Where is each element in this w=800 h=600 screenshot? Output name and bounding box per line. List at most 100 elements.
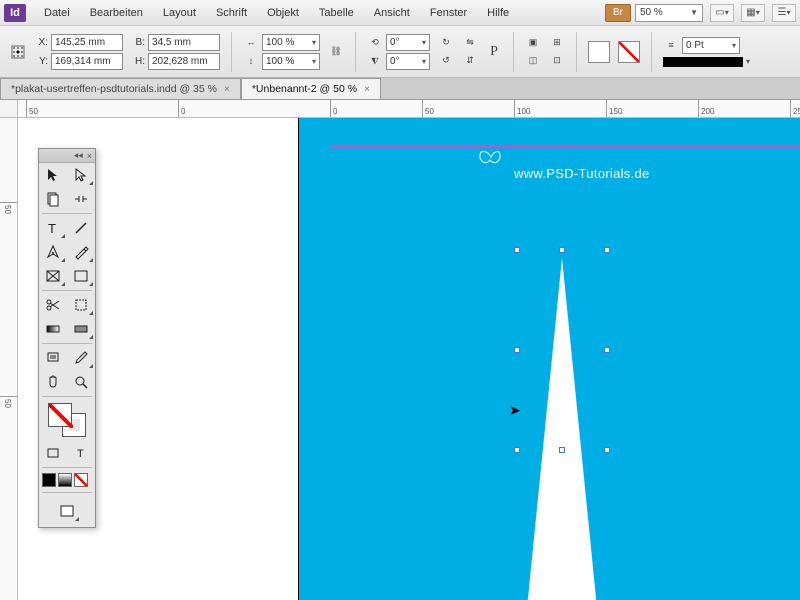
ruler-tick: 200 [698, 100, 714, 118]
separator [513, 32, 514, 72]
fill-color-icon[interactable] [48, 403, 72, 427]
selection-handle[interactable] [604, 247, 610, 253]
fit-content-icon[interactable]: ⊞ [549, 35, 565, 51]
menu-ansicht[interactable]: Ansicht [366, 4, 418, 22]
shear-input[interactable]: 0°▾ [386, 53, 430, 70]
pen-tool[interactable] [39, 240, 67, 264]
y-position-input[interactable]: 169,314 mm [51, 53, 123, 70]
tools-panel[interactable]: ◂◂ × T [38, 148, 96, 528]
line-tool[interactable] [67, 216, 95, 240]
hand-tool[interactable] [39, 370, 67, 394]
selection-handle[interactable] [604, 347, 610, 353]
selection-handle[interactable] [559, 247, 565, 253]
ruler-tick: 150 [606, 100, 622, 118]
selection-handle[interactable] [514, 447, 520, 453]
separator [231, 32, 232, 72]
collapse-icon[interactable]: ◂◂ [74, 150, 83, 161]
ruler-tick: 250 [790, 100, 800, 118]
selection-handle[interactable] [514, 347, 520, 353]
zoom-level-selector[interactable]: 50 % ▼ [635, 4, 703, 22]
pencil-tool[interactable] [67, 240, 95, 264]
ruler-tick: 50 [26, 100, 38, 118]
document-page[interactable]: www.PSD-Tutorials.de ➤ [298, 118, 800, 600]
scale-x-input[interactable]: 100 %▾ [262, 34, 320, 51]
rotate-cw-icon[interactable]: ↻ [438, 35, 454, 51]
menu-tabelle[interactable]: Tabelle [311, 4, 362, 22]
close-icon[interactable]: × [87, 151, 92, 161]
direct-selection-tool[interactable] [67, 163, 95, 187]
page-tool[interactable] [39, 187, 67, 211]
close-icon[interactable]: × [224, 84, 230, 95]
selection-bounding-box[interactable] [517, 250, 607, 450]
apply-gradient-icon[interactable] [58, 473, 72, 487]
view-mode-normal[interactable] [53, 499, 81, 523]
menu-datei[interactable]: Datei [36, 4, 78, 22]
bridge-button[interactable]: Br [605, 4, 631, 22]
ruler-vertical[interactable]: 50 50 [0, 118, 18, 600]
selection-handle[interactable] [559, 447, 565, 453]
ruler-origin[interactable] [0, 100, 18, 118]
menu-bearbeiten[interactable]: Bearbeiten [82, 4, 151, 22]
close-icon[interactable]: × [364, 84, 370, 95]
selection-handle[interactable] [604, 447, 610, 453]
menu-fenster[interactable]: Fenster [422, 4, 475, 22]
free-transform-tool[interactable] [67, 293, 95, 317]
scale-y-icon: ↕ [243, 53, 259, 69]
select-container-icon[interactable]: ▣ [525, 35, 541, 51]
eyedropper-tool[interactable] [67, 346, 95, 370]
doc-tab-2[interactable]: *Unbenannt-2 @ 50 % × [241, 78, 381, 99]
selection-handle[interactable] [514, 247, 520, 253]
p-icon[interactable]: P [486, 44, 502, 60]
type-tool[interactable]: T [39, 216, 67, 240]
ruler-tick: 50 [0, 396, 18, 408]
fill-stroke-control[interactable] [39, 399, 95, 441]
apply-color-icon[interactable] [42, 473, 56, 487]
gap-tool[interactable] [67, 187, 95, 211]
scale-x-icon: ↔ [243, 34, 259, 50]
note-tool[interactable] [39, 346, 67, 370]
stroke-weight-input[interactable]: 0 Pt▾ [682, 37, 740, 54]
menu-schrift[interactable]: Schrift [208, 4, 255, 22]
menu-hilfe[interactable]: Hilfe [479, 4, 517, 22]
menu-layout[interactable]: Layout [155, 4, 204, 22]
selection-tool[interactable] [39, 163, 67, 187]
screen-mode-icon[interactable]: ▭▾ [710, 4, 734, 22]
w-label: B: [131, 37, 145, 48]
constrain-scale-icon[interactable]: ⛓ [328, 34, 344, 70]
stroke-style-selector[interactable] [663, 57, 743, 67]
rectangle-tool[interactable] [67, 264, 95, 288]
zoom-tool[interactable] [67, 370, 95, 394]
canvas[interactable]: www.PSD-Tutorials.de ➤ ◂◂ × [18, 118, 800, 600]
gradient-feather-tool[interactable] [67, 317, 95, 341]
flip-v-icon[interactable]: ⇵ [462, 53, 478, 69]
gradient-swatch-tool[interactable] [39, 317, 67, 341]
arrange-docs-icon[interactable]: ▦▾ [741, 4, 765, 22]
scissors-tool[interactable] [39, 293, 67, 317]
fit-frame-icon[interactable]: ⊡ [549, 53, 565, 69]
doc-tab-label: *Unbenannt-2 @ 50 % [252, 83, 357, 95]
select-content-icon[interactable]: ◫ [525, 53, 541, 69]
rotate-icon: ⟲ [367, 34, 383, 50]
workspace-switcher-icon[interactable]: ☰▾ [772, 4, 796, 22]
zoom-level-value: 50 % [640, 7, 663, 18]
stroke-swatch[interactable] [618, 41, 640, 63]
menu-objekt[interactable]: Objekt [259, 4, 307, 22]
rotate-input[interactable]: 0°▾ [386, 34, 430, 51]
ruler-horizontal[interactable]: 50 0 0 50 100 150 200 250 [18, 100, 800, 118]
height-input[interactable]: 202,628 mm [148, 53, 220, 70]
apply-none-icon[interactable] [74, 473, 88, 487]
doc-tab-1[interactable]: *plakat-usertreffen-psdtutorials.indd @ … [0, 78, 241, 99]
rectangle-frame-tool[interactable] [39, 264, 67, 288]
width-input[interactable]: 34,5 mm [148, 34, 220, 51]
fill-swatch[interactable] [588, 41, 610, 63]
reference-point-icon[interactable] [10, 44, 26, 60]
rotate-ccw-icon[interactable]: ↺ [438, 53, 454, 69]
scale-y-input[interactable]: 100 %▾ [262, 53, 320, 70]
reference-point[interactable] [10, 44, 26, 60]
x-position-input[interactable]: 145,25 mm [51, 34, 123, 51]
apply-text-icon[interactable]: T [67, 441, 95, 465]
control-bar: X: 145,25 mm Y: 169,314 mm B: 34,5 mm H:… [0, 26, 800, 78]
tools-panel-header[interactable]: ◂◂ × [39, 149, 95, 163]
apply-container-icon[interactable] [39, 441, 67, 465]
flip-h-icon[interactable]: ⇋ [462, 35, 478, 51]
